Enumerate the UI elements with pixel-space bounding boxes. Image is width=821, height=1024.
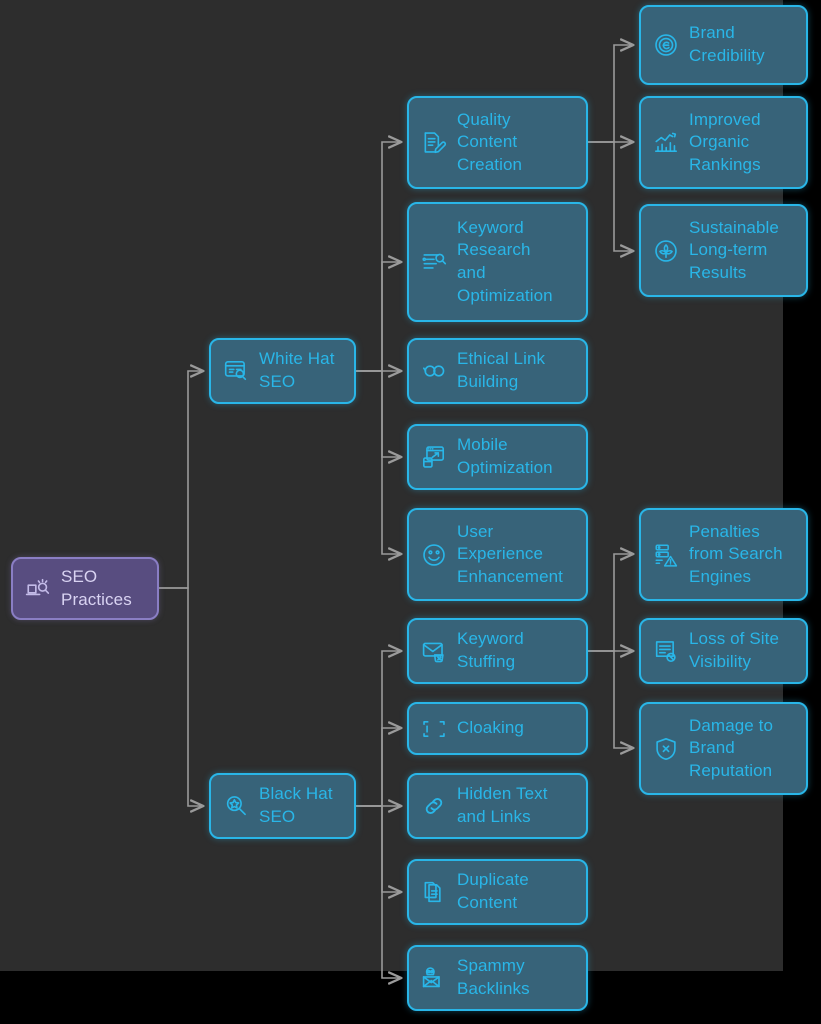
node-label: Mobile Optimization — [457, 435, 553, 477]
browser-search-icon — [223, 358, 249, 384]
node-quality-content-creation[interactable]: Quality Content Creation — [407, 96, 588, 189]
cloak-frame-icon — [421, 716, 447, 742]
node-user-experience-enhancement[interactable]: User Experience Enhancement — [407, 508, 588, 601]
shield-x-icon — [653, 736, 679, 762]
server-warning-icon — [653, 542, 679, 568]
node-label: White Hat SEO — [259, 349, 335, 391]
chain-link-icon — [421, 793, 447, 819]
node-brand-credibility[interactable]: Brand Credibility — [639, 5, 808, 85]
document-pencil-icon — [421, 130, 447, 156]
node-damage-to-brand-reputation[interactable]: Damage to Brand Reputation — [639, 702, 808, 795]
node-keyword-stuffing[interactable]: Keyword Stuffing — [407, 618, 588, 684]
leaf-circle-icon — [653, 238, 679, 264]
node-label: Cloaking — [457, 718, 524, 738]
node-label: Quality Content Creation — [457, 109, 523, 174]
skull-envelope-icon — [421, 965, 447, 991]
node-label: Black Hat SEO — [259, 784, 333, 826]
smiley-face-icon — [421, 542, 447, 568]
mobile-browser-icon — [421, 444, 447, 470]
node-label: Brand Credibility — [689, 23, 765, 65]
node-label: User Experience Enhancement — [457, 521, 564, 586]
node-label: Keyword Stuffing — [457, 629, 524, 671]
document-blocked-icon — [653, 638, 679, 664]
link-loop-icon — [421, 358, 447, 384]
badge-e-icon — [653, 32, 679, 58]
node-label: Penalties from Search Engines — [689, 521, 783, 586]
node-keyword-research-and-optimization[interactable]: Keyword Research and Optimization — [407, 202, 588, 322]
node-label: Improved Organic Rankings — [689, 109, 761, 174]
list-search-icon — [421, 249, 447, 275]
node-label: Hidden Text and Links — [457, 784, 548, 826]
node-ethical-link-building[interactable]: Ethical Link Building — [407, 338, 588, 404]
node-white-hat-seo[interactable]: White Hat SEO — [209, 338, 356, 404]
node-label: Ethical Link Building — [457, 349, 546, 391]
node-black-hat-seo[interactable]: Black Hat SEO — [209, 773, 356, 839]
node-loss-of-site-visibility[interactable]: Loss of Site Visibility — [639, 618, 808, 684]
copy-documents-icon — [421, 879, 447, 905]
node-duplicate-content[interactable]: Duplicate Content — [407, 859, 588, 925]
node-spammy-backlinks[interactable]: Spammy Backlinks — [407, 945, 588, 1011]
node-improved-organic-rankings[interactable]: Improved Organic Rankings — [639, 96, 808, 189]
diagram-stage: SEO Practices White Hat SEO Black Hat SE… — [0, 0, 821, 1024]
envelope-stuffed-icon — [421, 638, 447, 664]
growth-chart-icon — [653, 130, 679, 156]
node-cloaking[interactable]: Cloaking — [407, 702, 588, 755]
node-label: Sustainable Long-term Results — [689, 217, 779, 282]
node-label: Spammy Backlinks — [457, 956, 530, 998]
node-label: Duplicate Content — [457, 870, 529, 912]
node-label: Loss of Site Visibility — [689, 629, 780, 671]
node-label: Damage to Brand Reputation — [689, 715, 774, 780]
node-label: SEO Practices — [61, 566, 132, 609]
node-label: Keyword Research and Optimization — [457, 217, 553, 305]
node-mobile-optimization[interactable]: Mobile Optimization — [407, 424, 588, 490]
seo-laptop-search-icon — [25, 576, 51, 602]
node-sustainable-long-term-results[interactable]: Sustainable Long-term Results — [639, 204, 808, 297]
star-magnifier-icon — [223, 793, 249, 819]
node-hidden-text-and-links[interactable]: Hidden Text and Links — [407, 773, 588, 839]
node-seo-practices[interactable]: SEO Practices — [11, 557, 159, 620]
node-penalties-from-search-engines[interactable]: Penalties from Search Engines — [639, 508, 808, 601]
